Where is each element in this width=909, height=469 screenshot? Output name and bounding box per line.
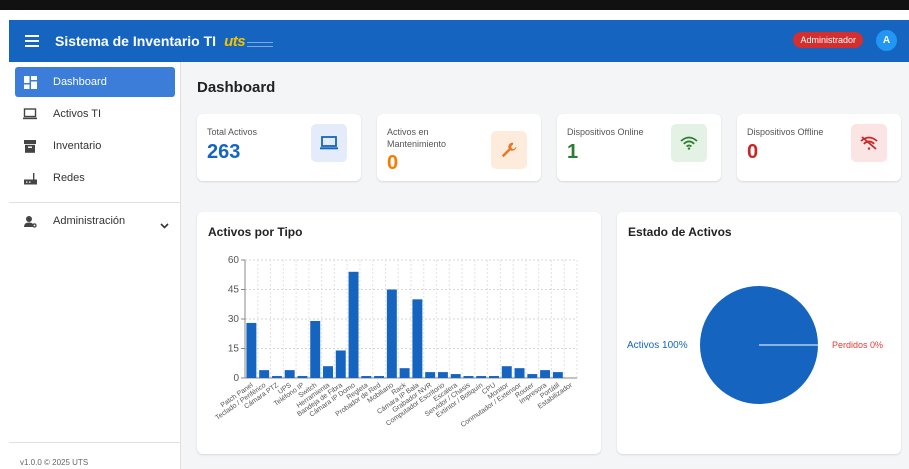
wifi-icon [671, 124, 707, 162]
bar[interactable] [527, 374, 538, 378]
bar[interactable] [361, 376, 372, 378]
admin-settings-icon [23, 214, 37, 228]
sidebar-item-label: Dashboard [53, 76, 107, 88]
stat-card-offline: Dispositivos Offline 0 [737, 114, 901, 181]
main-content: Dashboard Total Activos 263 Activos en M… [181, 62, 909, 469]
bar-chart: 015304560Patch PanelTeclado / Periférico… [215, 255, 578, 429]
dashboard-icon [23, 75, 37, 89]
y-tick-label: 30 [228, 314, 240, 325]
wifi-off-icon [851, 124, 887, 162]
bar[interactable] [374, 376, 385, 378]
bar[interactable] [437, 372, 448, 378]
bar[interactable] [450, 374, 461, 378]
bar[interactable] [514, 368, 525, 378]
sidebar-footer-divider [9, 442, 180, 443]
bar[interactable] [489, 376, 499, 378]
pie-chart: Activos 100% Perdidos 0% [627, 286, 883, 404]
stat-label: Activos en Mantenimiento [387, 127, 447, 149]
inventory-icon [23, 139, 37, 153]
stat-value: 0 [747, 141, 759, 163]
pie-chart-panel: Estado de Activos Activos 100% Perdidos 0… [617, 212, 901, 454]
sidebar: Dashboard Activos TI Inventario Redes Ad… [9, 62, 181, 469]
stat-card-mantenimiento: Activos en Mantenimiento 0 [377, 114, 541, 181]
bar[interactable] [386, 289, 397, 379]
sidebar-item-redes[interactable]: Redes [15, 163, 175, 193]
sidebar-item-dashboard[interactable]: Dashboard [15, 67, 175, 97]
bar[interactable] [297, 376, 308, 378]
laptop-icon [311, 124, 347, 162]
window-top-strip [0, 0, 909, 10]
bar[interactable] [259, 370, 270, 378]
app-bar: Sistema de Inventario TI uts Administrad… [9, 20, 909, 62]
stat-value: 263 [207, 141, 241, 163]
bar[interactable] [271, 376, 282, 378]
stat-label: Total Activos [207, 127, 258, 137]
router-icon [23, 171, 37, 185]
sidebar-item-label: Activos TI [53, 108, 102, 120]
sidebar-item-label: Administración [53, 215, 126, 227]
page-title: Dashboard [197, 79, 276, 96]
bar-chart-panel: Activos por Tipo 0 15 30 45 60 Patch Panel Tec… [197, 212, 601, 454]
bar[interactable] [540, 370, 551, 378]
stat-label: Dispositivos Offline [747, 127, 824, 137]
y-tick-label: 60 [228, 255, 240, 266]
role-badge: Administrador [793, 32, 863, 48]
wrench-icon [491, 131, 527, 169]
sidebar-divider [9, 202, 180, 203]
pie-label-activos: Activos 100% [627, 340, 688, 351]
menu-icon[interactable] [25, 35, 39, 47]
stat-value: 1 [567, 141, 579, 163]
bar[interactable] [284, 370, 295, 378]
pie-chart-title: Estado de Activos [628, 225, 732, 239]
stat-card-total-activos: Total Activos 263 [197, 114, 361, 181]
y-tick-label: 45 [228, 285, 240, 296]
version-text: v1.0.0 © 2025 UTS [20, 458, 89, 467]
laptop-icon [23, 107, 37, 121]
sidebar-item-label: Redes [53, 172, 85, 184]
bar-chart-title: Activos por Tipo [208, 225, 303, 239]
bar[interactable] [323, 366, 333, 378]
bar[interactable] [310, 320, 321, 378]
app-title: Sistema de Inventario TI [55, 33, 217, 49]
bar[interactable] [348, 271, 359, 378]
stat-card-online: Dispositivos Online 1 [557, 114, 721, 181]
sidebar-item-inventario[interactable]: Inventario [15, 131, 175, 161]
bar[interactable] [412, 299, 423, 378]
bar[interactable] [463, 376, 474, 378]
chevron-down-icon[interactable] [160, 216, 169, 234]
y-tick-label: 0 [233, 373, 239, 384]
bar[interactable] [552, 372, 563, 378]
bar[interactable] [476, 376, 487, 378]
bar[interactable] [425, 372, 436, 378]
avatar[interactable]: A [876, 30, 897, 51]
bar[interactable] [335, 350, 346, 378]
pie-label-perdidos: Perdidos 0% [832, 340, 883, 350]
sidebar-item-label: Inventario [53, 140, 102, 152]
stat-label: Dispositivos Online [567, 127, 644, 137]
stat-value: 0 [387, 152, 399, 174]
uts-logo-text: uts [224, 32, 246, 50]
bar[interactable] [399, 368, 410, 378]
bar[interactable] [501, 366, 512, 378]
sidebar-item-administracion[interactable]: Administración [15, 206, 175, 236]
sidebar-item-activos-ti[interactable]: Activos TI [15, 99, 175, 129]
bar[interactable] [246, 322, 257, 378]
uts-logo-bars [247, 41, 274, 47]
uts-logo: uts [224, 32, 274, 50]
y-tick-label: 15 [228, 344, 240, 355]
